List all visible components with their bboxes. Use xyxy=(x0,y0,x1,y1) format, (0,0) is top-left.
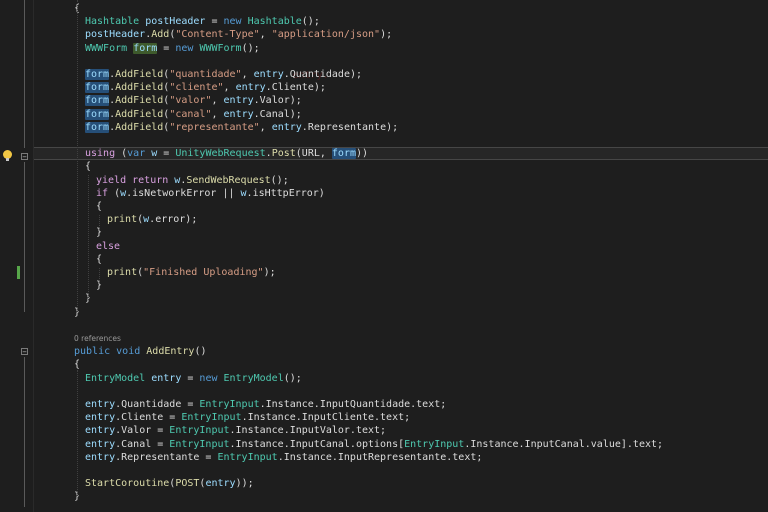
fold-line xyxy=(24,357,25,507)
code-line[interactable]: } xyxy=(34,292,768,305)
code-line[interactable]: { xyxy=(34,253,768,266)
code-line[interactable]: form.AddField("valor", entry.Valor); xyxy=(34,94,768,107)
code-editor[interactable]: − − entry. {Hashtable postHeader = new H… xyxy=(0,0,768,512)
code-line[interactable]: } xyxy=(34,490,768,503)
code-line[interactable]: using (var w = UnityWebRequest.Post(URL,… xyxy=(34,147,768,161)
code-line[interactable] xyxy=(34,385,768,398)
code-line[interactable]: { xyxy=(34,358,768,371)
indent-guide xyxy=(99,215,100,230)
code-line[interactable]: form.AddField("quantidade", entry.Quanti… xyxy=(34,68,768,81)
code-line[interactable]: entry.Representante = EntryInput.Instanc… xyxy=(34,451,768,464)
code-line[interactable]: { xyxy=(34,200,768,213)
code-line[interactable]: } xyxy=(34,306,768,319)
change-marker xyxy=(17,266,20,279)
indent-guide xyxy=(77,0,78,312)
indent-guide xyxy=(99,268,100,283)
editor-gutter[interactable]: − − xyxy=(0,0,34,512)
code-line[interactable]: public void AddEntry() xyxy=(34,345,768,358)
code-line[interactable]: entry.Cliente = EntryInput.Instance.Inpu… xyxy=(34,411,768,424)
code-lens[interactable]: 0 references xyxy=(34,332,768,345)
code-lens-label: 0 references xyxy=(74,334,121,343)
code-line[interactable]: form.AddField("representante", entry.Rep… xyxy=(34,121,768,134)
collapse-icon[interactable]: − xyxy=(21,348,28,356)
code-line[interactable]: } xyxy=(34,226,768,239)
code-line[interactable]: WWWForm form = new WWWForm(); xyxy=(34,42,768,55)
code-line[interactable]: form.AddField("canal", entry.Canal); xyxy=(34,108,768,121)
code-line[interactable] xyxy=(34,464,768,477)
code-line[interactable]: print(w.error); xyxy=(34,213,768,226)
code-line[interactable]: entry.Quantidade = EntryInput.Instance.I… xyxy=(34,398,768,411)
collapse-icon[interactable]: − xyxy=(21,153,28,161)
code-line[interactable]: } xyxy=(34,279,768,292)
code-line[interactable]: entry.Valor = EntryInput.Instance.InputV… xyxy=(34,424,768,437)
code-line[interactable]: EntryModel entry = new EntryModel(); xyxy=(34,372,768,385)
code-line[interactable] xyxy=(34,319,768,332)
code-line[interactable]: Hashtable postHeader = new Hashtable(); xyxy=(34,15,768,28)
code-line[interactable]: if (w.isNetworkError || w.isHttpError) xyxy=(34,187,768,200)
code-line[interactable] xyxy=(34,134,768,147)
code-area[interactable]: entry. {Hashtable postHeader = new Hasht… xyxy=(34,0,768,512)
code-line[interactable]: print("Finished Uploading"); xyxy=(34,266,768,279)
code-line[interactable]: { xyxy=(34,160,768,173)
code-line[interactable]: postHeader.Add("Content-Type", "applicat… xyxy=(34,28,768,41)
indent-guide xyxy=(88,175,89,300)
code-line[interactable]: StartCoroutine(POST(entry)); xyxy=(34,477,768,490)
code-line[interactable] xyxy=(34,55,768,68)
code-line[interactable]: else xyxy=(34,240,768,253)
code-line[interactable]: form.AddField("cliente", entry.Cliente); xyxy=(34,81,768,94)
fold-line xyxy=(24,162,25,312)
code-line[interactable]: { xyxy=(34,2,768,15)
fold-line xyxy=(24,0,25,148)
code-line[interactable]: entry.Canal = EntryInput.Instance.InputC… xyxy=(34,438,768,451)
lightbulb-icon[interactable] xyxy=(3,150,12,161)
code-line[interactable]: yield return w.SendWebRequest(); xyxy=(34,174,768,187)
indent-guide xyxy=(77,370,78,496)
